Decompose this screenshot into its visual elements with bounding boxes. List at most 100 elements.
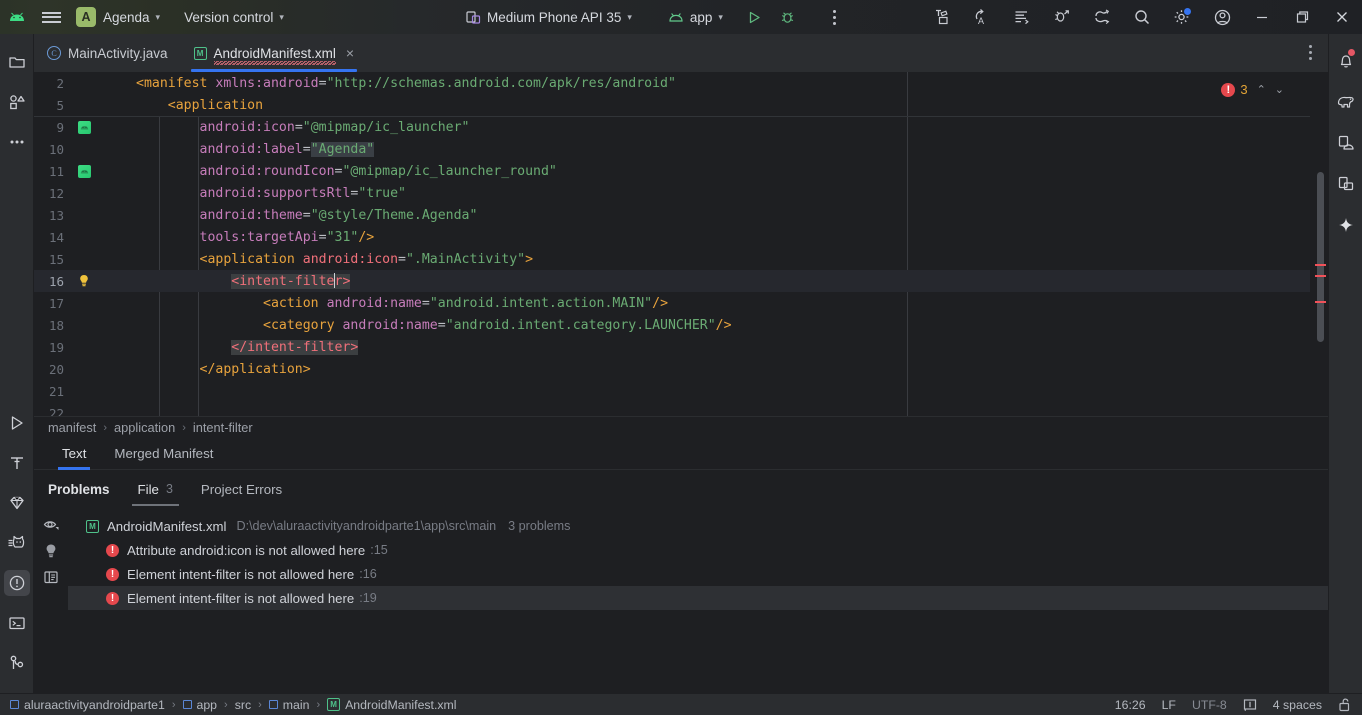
sidebar-item-notifications[interactable] [1329,40,1362,81]
status-breadcrumb-item[interactable]: aluraactivityandroidparte1 [10,698,165,712]
account-icon[interactable] [1202,0,1242,34]
code-with-me-icon[interactable] [1002,0,1042,34]
editor-line[interactable]: 12 android:supportsRtl="true" [34,182,1328,204]
editor-line[interactable]: 14 tools:targetApi="31"/> [34,226,1328,248]
settings-icon[interactable] [1162,0,1202,34]
sidebar-item-problems[interactable] [0,563,34,603]
device-selector[interactable]: Medium Phone API 35 ▾ [462,4,636,30]
project-selector[interactable]: A Agenda ▾ [68,4,164,30]
run-config-selector[interactable]: app ▾ [664,4,727,30]
editor-line[interactable]: 22 [34,402,1328,417]
problem-row[interactable]: ! Element intent-filter is not allowed h… [68,562,1328,586]
eye-icon[interactable] [34,512,68,538]
status-breadcrumb-item[interactable]: app [182,698,217,712]
editor-line[interactable]: 9 android:icon="@mipmap/ic_launcher" [34,116,1328,138]
version-control-selector[interactable]: Version control ▾ [180,4,288,30]
search-icon[interactable] [1122,0,1162,34]
tab-project-errors[interactable]: Project Errors [201,470,282,508]
editor-line[interactable]: 18 <category android:name="android.inten… [34,314,1328,336]
line-content: <manifest xmlns:android="http://schemas.… [136,75,676,91]
build-icon[interactable] [922,0,962,34]
editor-line[interactable]: 20 </application> [34,358,1328,380]
sidebar-item-profiler[interactable] [0,483,34,523]
editor-line[interactable]: 13 android:theme="@style/Theme.Agenda" [34,204,1328,226]
close-icon[interactable] [1322,0,1362,34]
refactor-icon[interactable]: A [962,0,1002,34]
editor-line[interactable]: 5 <application [34,94,1328,116]
breadcrumb-item[interactable]: manifest [48,420,96,435]
debug-icon[interactable] [780,10,795,25]
status-breadcrumb-label: aluraactivityandroidparte1 [24,697,165,712]
problem-message: Element intent-filter is not allowed her… [127,590,355,606]
sidebar-item-terminal[interactable] [0,603,34,643]
sidebar-item-gradle[interactable] [1329,81,1362,122]
file-encoding[interactable]: UTF-8 [1192,698,1227,712]
toolbar-right-actions: A [922,0,1362,34]
error-stripe-scrollbar[interactable] [1310,72,1328,416]
editor-line[interactable]: 10 android:label="Agenda" [34,138,1328,160]
error-marker[interactable] [1315,264,1326,266]
editor-line[interactable]: 21 [34,380,1328,402]
tab-text[interactable]: Text [48,438,100,470]
sidebar-item-gemini[interactable] [1329,204,1362,245]
lightbulb-icon[interactable] [34,538,68,564]
sidebar-item-device-manager[interactable] [1329,122,1362,163]
hamburger-menu-icon[interactable] [34,9,68,25]
lock-open-icon[interactable] [1338,697,1352,712]
breadcrumb-item[interactable]: application [114,420,175,435]
preview-icon[interactable] [34,564,68,590]
sidebar-item-project[interactable] [0,42,34,82]
sidebar-item-run[interactable] [0,403,34,443]
editor-tab-options-icon[interactable] [1309,45,1312,60]
problem-row[interactable]: ! Element intent-filter is not allowed h… [68,586,1328,610]
status-breadcrumb-item[interactable]: M AndroidManifest.xml [327,698,457,712]
code-editor[interactable]: 2 <manifest xmlns:android="http://schemas… [34,72,1328,416]
project-name: Agenda [103,9,150,25]
error-marker[interactable] [1315,301,1326,303]
problem-row[interactable]: ! Attribute android:icon is not allowed … [68,538,1328,562]
sidebar-item-build[interactable] [0,443,34,483]
breadcrumb-separator: › [182,421,186,434]
editor-line[interactable]: 11 android:roundIcon="@mipmap/ic_launche… [34,160,1328,182]
problems-file-row[interactable]: M AndroidManifest.xml D:\dev\aluraactivi… [68,514,1328,538]
debug-attach-icon[interactable] [1042,0,1082,34]
sync-project-icon[interactable] [1082,0,1122,34]
sidebar-item-more[interactable] [0,122,34,162]
sidebar-item-resource-manager[interactable] [0,82,34,122]
tab-mainactivity-java[interactable]: C MainActivity.java [34,34,181,72]
status-breadcrumb-item[interactable]: src [235,698,251,712]
tab-merged-manifest[interactable]: Merged Manifest [100,438,227,470]
error-marker[interactable] [1315,275,1326,277]
more-vertical-icon[interactable] [832,9,836,25]
project-badge: A [76,7,96,27]
left-tool-window-bar [0,34,34,693]
xml-manifest-icon: M [327,698,341,711]
status-breadcrumb-item[interactable]: main [268,698,309,712]
column-selection-icon[interactable] [1243,698,1257,712]
intention-bulb-icon[interactable] [70,274,98,289]
sidebar-item-running-devices[interactable] [1329,163,1362,204]
chevron-down-icon[interactable]: ⌄ [1275,83,1284,96]
run-icon[interactable] [747,10,762,25]
chevron-up-icon[interactable]: ⌃ [1257,83,1266,96]
editor-line[interactable]: 2 <manifest xmlns:android="http://schemas… [34,72,1328,94]
scrollbar-thumb[interactable] [1317,172,1324,342]
tab-androidmanifest-xml[interactable]: M AndroidManifest.xml × [181,34,368,72]
sidebar-item-logcat[interactable] [0,523,34,563]
close-icon[interactable]: × [346,45,354,61]
editor-line[interactable]: 16 <intent-filter> [34,270,1328,292]
status-breadcrumb-label: src [234,697,252,712]
editor-line[interactable]: 15 <application android:icon=".MainActiv… [34,248,1328,270]
indent-setting[interactable]: 4 spaces [1273,698,1322,712]
minimize-icon[interactable] [1242,0,1282,34]
breadcrumb-item[interactable]: intent-filter [193,420,253,435]
cursor-position[interactable]: 16:26 [1115,698,1146,712]
sidebar-item-git[interactable] [0,643,34,683]
maximize-icon[interactable] [1282,0,1322,34]
tab-file-problems[interactable]: File 3 [131,470,180,508]
editor-line[interactable]: 19 </intent-filter> [34,336,1328,358]
line-separator[interactable]: LF [1162,698,1176,712]
editor-error-summary[interactable]: ! 3 ⌃ ⌄ [1221,82,1284,97]
editor-line[interactable]: 17 <action android:name="android.intent.… [34,292,1328,314]
line-content: <category android:name="android.intent.c… [263,317,732,333]
